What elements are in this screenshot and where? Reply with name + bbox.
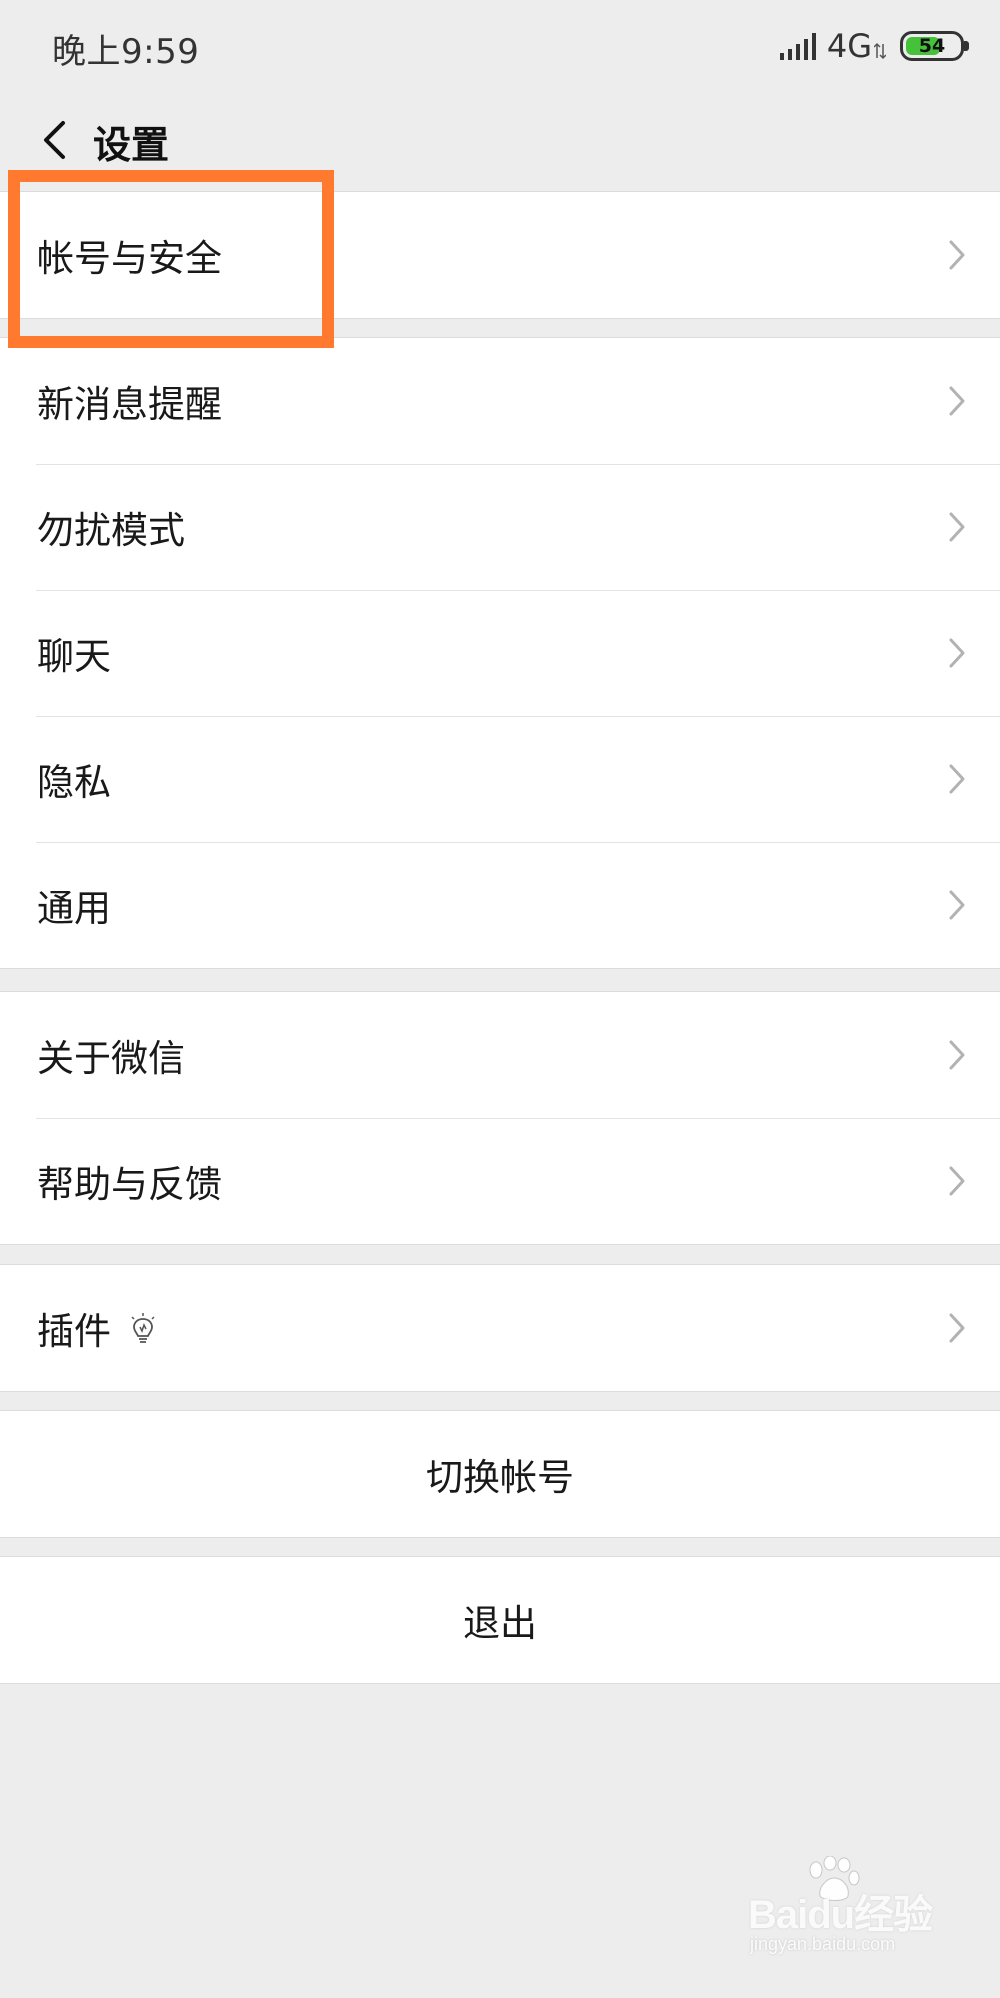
settings-item-chats[interactable]: 聊天 [0,590,1000,716]
network-type: 4G [826,27,872,65]
network-activity-icon [874,42,886,60]
settings-item-new-message-alerts[interactable]: 新消息提醒 [0,338,1000,464]
settings-item-label: 帮助与反馈 [37,1163,222,1206]
settings-item-label: 隐私 [37,761,111,804]
settings-item-general[interactable]: 通用 [0,842,1000,968]
watermark-url: jingyan.baidu.com [750,1934,896,1954]
settings-group-general: 新消息提醒 勿扰模式 聊天 隐私 通用 [0,337,1000,969]
settings-item-plugins[interactable]: 插件 [0,1265,1000,1391]
chevron-right-icon [949,890,965,920]
battery-level: 54 [918,35,946,57]
settings-item-privacy[interactable]: 隐私 [0,716,1000,842]
settings-item-label: 帐号与安全 [37,237,222,280]
switch-account-group: 切换帐号 [0,1410,1000,1538]
back-button[interactable] [24,108,84,172]
chevron-right-icon [949,512,965,542]
settings-item-label: 关于微信 [37,1037,185,1080]
logout-label: 退出 [463,1602,537,1645]
watermark-text: Baidu经验 [748,1893,933,1937]
chevron-right-icon [949,1313,965,1343]
chevron-right-icon [949,1166,965,1196]
nav-bar: 设置 [0,90,1000,190]
logout-button[interactable]: 退出 [0,1557,1000,1683]
logout-group: 退出 [0,1556,1000,1684]
settings-group-about: 关于微信 帮助与反馈 [0,991,1000,1245]
settings-item-label: 勿扰模式 [37,509,185,552]
chevron-right-icon [949,240,965,270]
signal-strength-icon [779,33,816,60]
status-bar: 晚上9:59 4G 54 [0,0,1000,90]
chevron-right-icon [949,386,965,416]
settings-item-help-feedback[interactable]: 帮助与反馈 [0,1118,1000,1244]
settings-item-do-not-disturb[interactable]: 勿扰模式 [0,464,1000,590]
chevron-right-icon [949,1040,965,1070]
baidu-watermark: Baidu经验 jingyan.baidu.com [748,1856,948,1966]
settings-group-plugins: 插件 [0,1264,1000,1392]
settings-item-label: 插件 [37,1310,111,1353]
status-indicators: 4G 54 [779,26,969,66]
chevron-right-icon [949,764,965,794]
settings-item-about-wechat[interactable]: 关于微信 [0,992,1000,1118]
switch-account-button[interactable]: 切换帐号 [0,1411,1000,1537]
switch-account-label: 切换帐号 [426,1456,574,1499]
battery-icon: 54 [900,31,969,61]
settings-item-label: 通用 [37,887,111,930]
chevron-left-icon [44,121,65,159]
settings-item-label: 聊天 [37,635,111,678]
settings-item-label: 新消息提醒 [37,383,222,426]
settings-group-account: 帐号与安全 [0,191,1000,319]
lightbulb-icon [131,1313,155,1343]
status-time: 晚上9:59 [52,32,200,72]
page-title: 设置 [93,123,170,167]
chevron-right-icon [949,638,965,668]
settings-item-account-security[interactable]: 帐号与安全 [0,192,1000,318]
